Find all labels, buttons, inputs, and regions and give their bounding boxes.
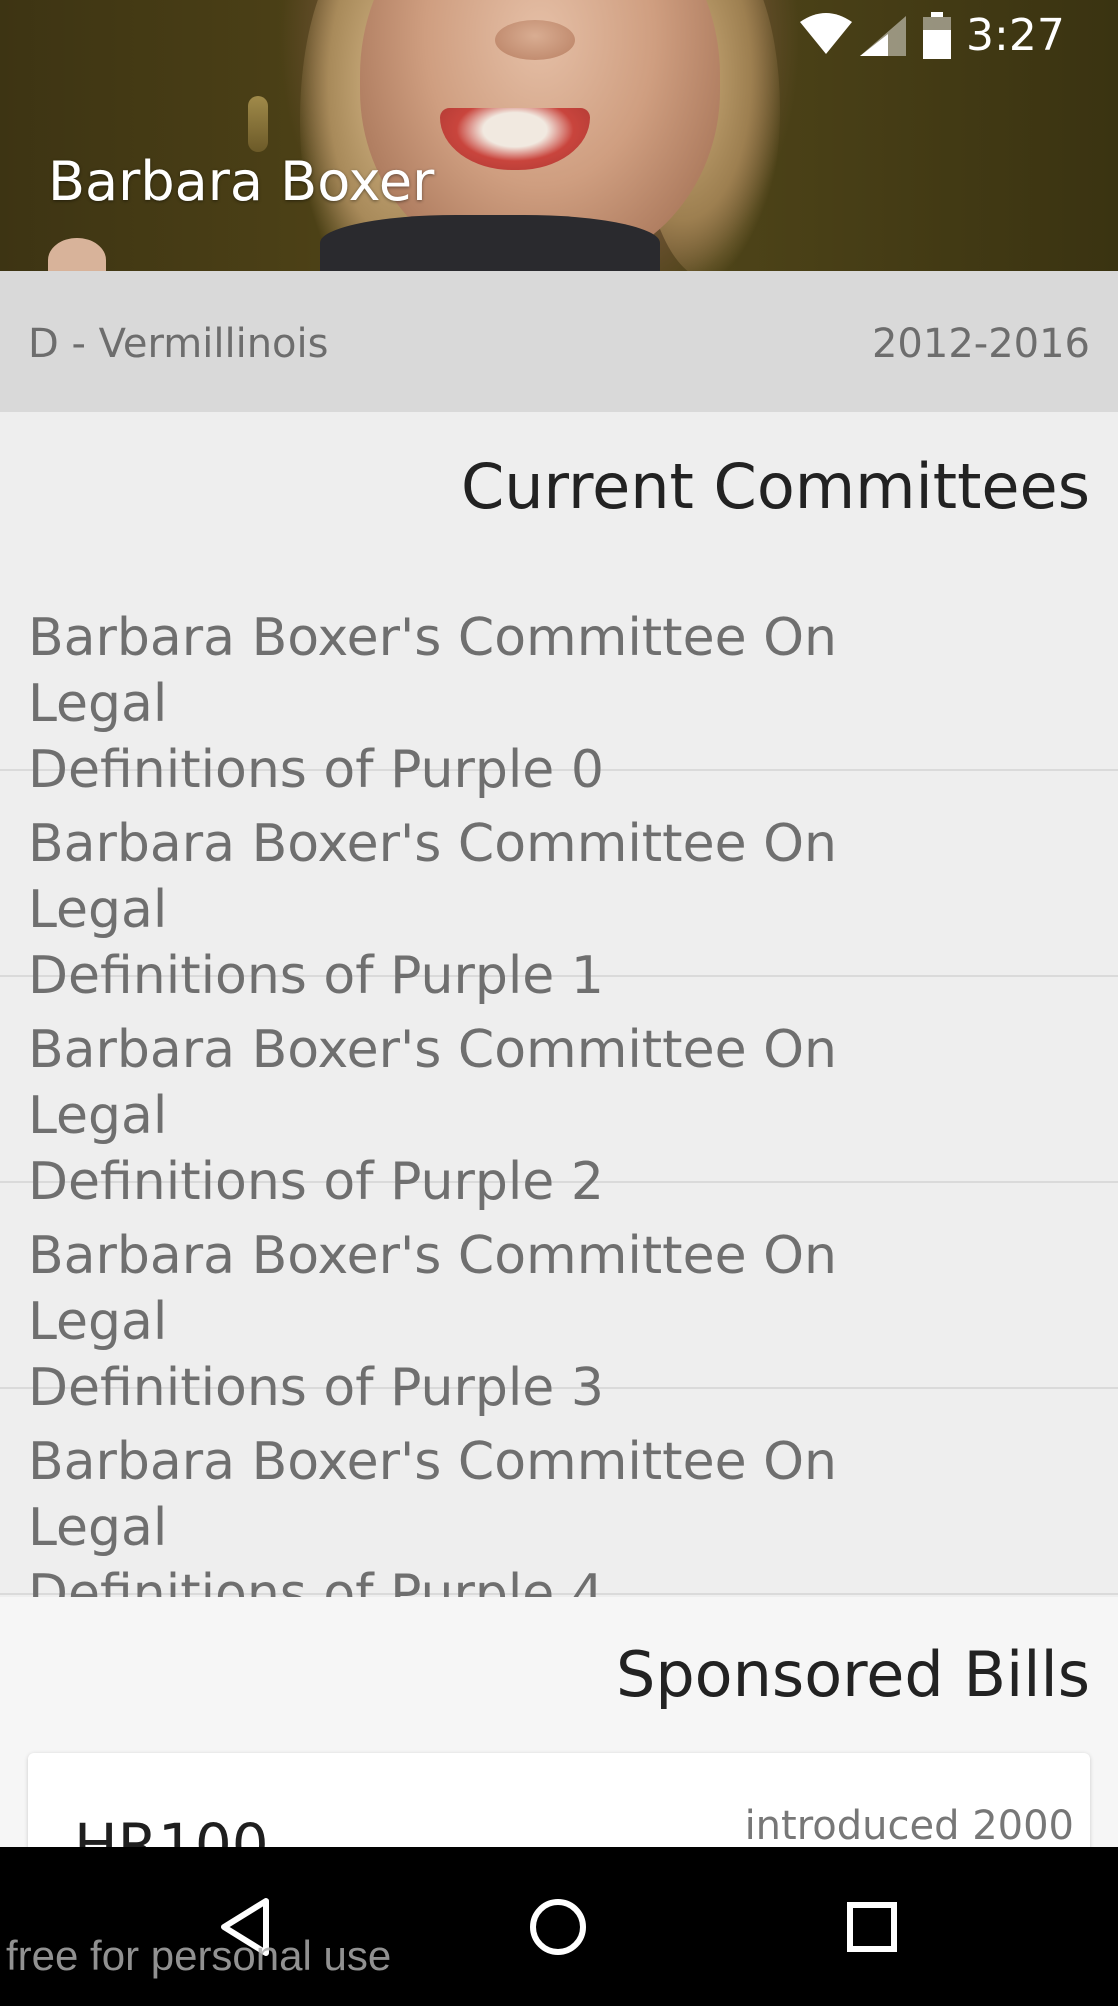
status-time: 3:27 <box>966 10 1065 61</box>
signal-icon <box>858 14 908 62</box>
committee-name-line1: Barbara Boxer's Committee On Legal <box>28 1020 837 1146</box>
photo-nose <box>495 20 575 60</box>
bills-heading: Sponsored Bills <box>615 1638 1090 1711</box>
term-years: 2012-2016 <box>871 321 1090 367</box>
status-bar: 3:27 <box>798 0 1118 72</box>
recents-icon[interactable] <box>830 1885 914 1969</box>
committee-name-line1: Barbara Boxer's Committee On Legal <box>28 814 837 940</box>
wifi-icon <box>798 12 854 60</box>
committee-list: Barbara Boxer's Committee On Legal Defin… <box>0 565 1118 1624</box>
watermark-text: free for personal use <box>6 1932 392 1979</box>
committee-item[interactable]: Barbara Boxer's Committee On Legal Defin… <box>0 565 1118 800</box>
party-state: D - Vermillinois <box>28 321 329 367</box>
committee-name-line1: Barbara Boxer's Committee On Legal <box>28 1226 837 1352</box>
info-bar: D - Vermillinois 2012-2016 <box>0 271 1118 412</box>
photo-hand <box>48 238 106 271</box>
legislator-name: Barbara Boxer <box>48 150 435 213</box>
profile-header: Barbara Boxer 3:27 <box>0 0 1118 271</box>
photo-jacket <box>320 215 660 271</box>
navigation-bar <box>0 1847 1118 2006</box>
home-icon[interactable] <box>516 1885 600 1969</box>
committee-name-line1: Barbara Boxer's Committee On Legal <box>28 1432 837 1558</box>
battery-icon <box>920 12 954 64</box>
photo-earring <box>248 96 268 152</box>
committee-name-line1: Barbara Boxer's Committee On Legal <box>28 608 837 734</box>
bill-introduced: introduced 2000 <box>744 1803 1074 1849</box>
committees-heading: Current Committees <box>460 450 1090 523</box>
